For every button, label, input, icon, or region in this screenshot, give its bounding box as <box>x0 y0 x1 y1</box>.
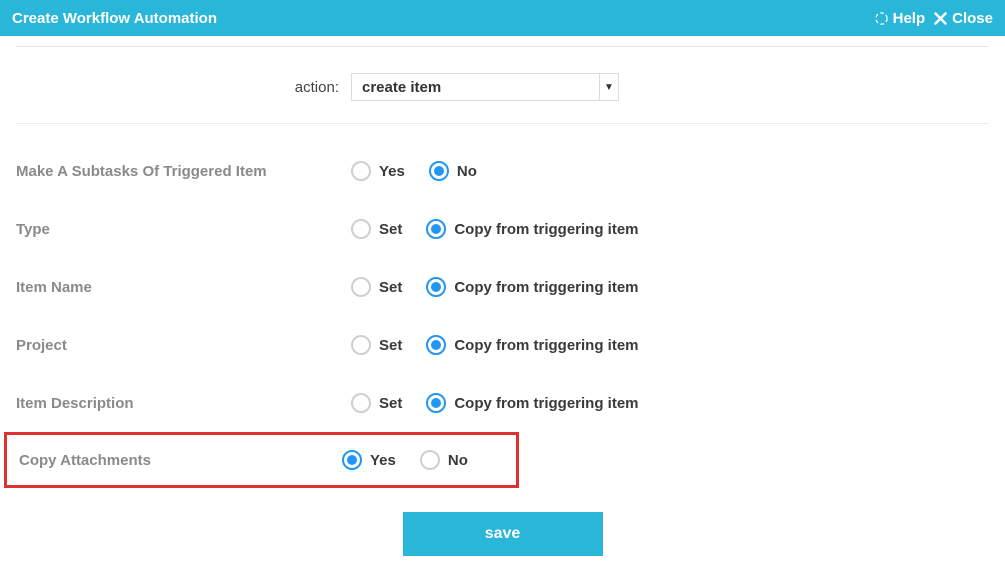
field-label: Type <box>16 221 351 238</box>
radio-icon <box>351 277 371 297</box>
radio-icon <box>351 335 371 355</box>
radio-group: Set Copy from triggering item <box>351 335 639 355</box>
radio-icon <box>426 335 446 355</box>
radio-label: No <box>457 163 477 180</box>
radio-icon <box>342 450 362 470</box>
radio-icon <box>426 219 446 239</box>
radio-label: Set <box>379 279 402 296</box>
radio-label: Set <box>379 395 402 412</box>
action-row: action: create item ▼ <box>16 47 989 123</box>
radio-icon <box>426 393 446 413</box>
radio-label: Set <box>379 221 402 238</box>
help-icon <box>874 11 889 26</box>
radio-label: Copy from triggering item <box>454 221 638 238</box>
action-select-value: create item <box>351 73 599 101</box>
action-label: action: <box>16 79 351 96</box>
row-copy-attachments: Copy Attachments Yes No <box>19 435 516 485</box>
radio-label: No <box>448 452 468 469</box>
row-project: Project Set Copy from triggering item <box>16 316 989 374</box>
header-bar: Create Workflow Automation Help Close <box>0 0 1005 36</box>
page-title: Create Workflow Automation <box>12 10 866 27</box>
radio-option-no[interactable]: No <box>420 450 468 470</box>
row-item-description: Item Description Set Copy from triggerin… <box>16 374 989 432</box>
radio-icon <box>429 161 449 181</box>
save-button[interactable]: save <box>403 512 603 556</box>
radio-label: Copy from triggering item <box>454 395 638 412</box>
row-type: Type Set Copy from triggering item <box>16 200 989 258</box>
radio-icon <box>420 450 440 470</box>
radio-group: Set Copy from triggering item <box>351 393 639 413</box>
radio-option-yes[interactable]: Yes <box>351 161 405 181</box>
radio-option-set[interactable]: Set <box>351 335 402 355</box>
radio-icon <box>351 393 371 413</box>
chevron-down-icon: ▼ <box>599 73 619 101</box>
action-select[interactable]: create item ▼ <box>351 73 619 101</box>
highlight-copy-attachments: Copy Attachments Yes No <box>4 432 519 488</box>
radio-label: Copy from triggering item <box>454 337 638 354</box>
radio-option-no[interactable]: No <box>429 161 477 181</box>
field-label: Project <box>16 337 351 354</box>
radio-icon <box>351 219 371 239</box>
row-item-name: Item Name Set Copy from triggering item <box>16 258 989 316</box>
radio-icon <box>426 277 446 297</box>
help-button[interactable]: Help <box>874 10 926 27</box>
radio-option-copy[interactable]: Copy from triggering item <box>426 393 638 413</box>
field-label: Item Name <box>16 279 351 296</box>
radio-label: Yes <box>379 163 405 180</box>
radio-group: Set Copy from triggering item <box>351 277 639 297</box>
radio-option-yes[interactable]: Yes <box>342 450 396 470</box>
help-label: Help <box>893 10 926 27</box>
field-label: Make A Subtasks Of Triggered Item <box>16 163 351 180</box>
radio-option-copy[interactable]: Copy from triggering item <box>426 277 638 297</box>
radio-option-set[interactable]: Set <box>351 219 402 239</box>
field-label: Copy Attachments <box>19 452 342 469</box>
radio-option-copy[interactable]: Copy from triggering item <box>426 335 638 355</box>
close-label: Close <box>952 10 993 27</box>
close-button[interactable]: Close <box>933 10 993 27</box>
radio-label: Yes <box>370 452 396 469</box>
radio-group: Set Copy from triggering item <box>351 219 639 239</box>
save-row: save <box>16 488 989 556</box>
radio-option-set[interactable]: Set <box>351 393 402 413</box>
field-label: Item Description <box>16 395 351 412</box>
radio-label: Copy from triggering item <box>454 279 638 296</box>
radio-icon <box>351 161 371 181</box>
radio-group: Yes No <box>351 161 477 181</box>
radio-option-set[interactable]: Set <box>351 277 402 297</box>
radio-group: Yes No <box>342 450 468 470</box>
radio-label: Set <box>379 337 402 354</box>
row-subtask: Make A Subtasks Of Triggered Item Yes No <box>16 142 989 200</box>
radio-option-copy[interactable]: Copy from triggering item <box>426 219 638 239</box>
close-icon <box>933 11 948 26</box>
